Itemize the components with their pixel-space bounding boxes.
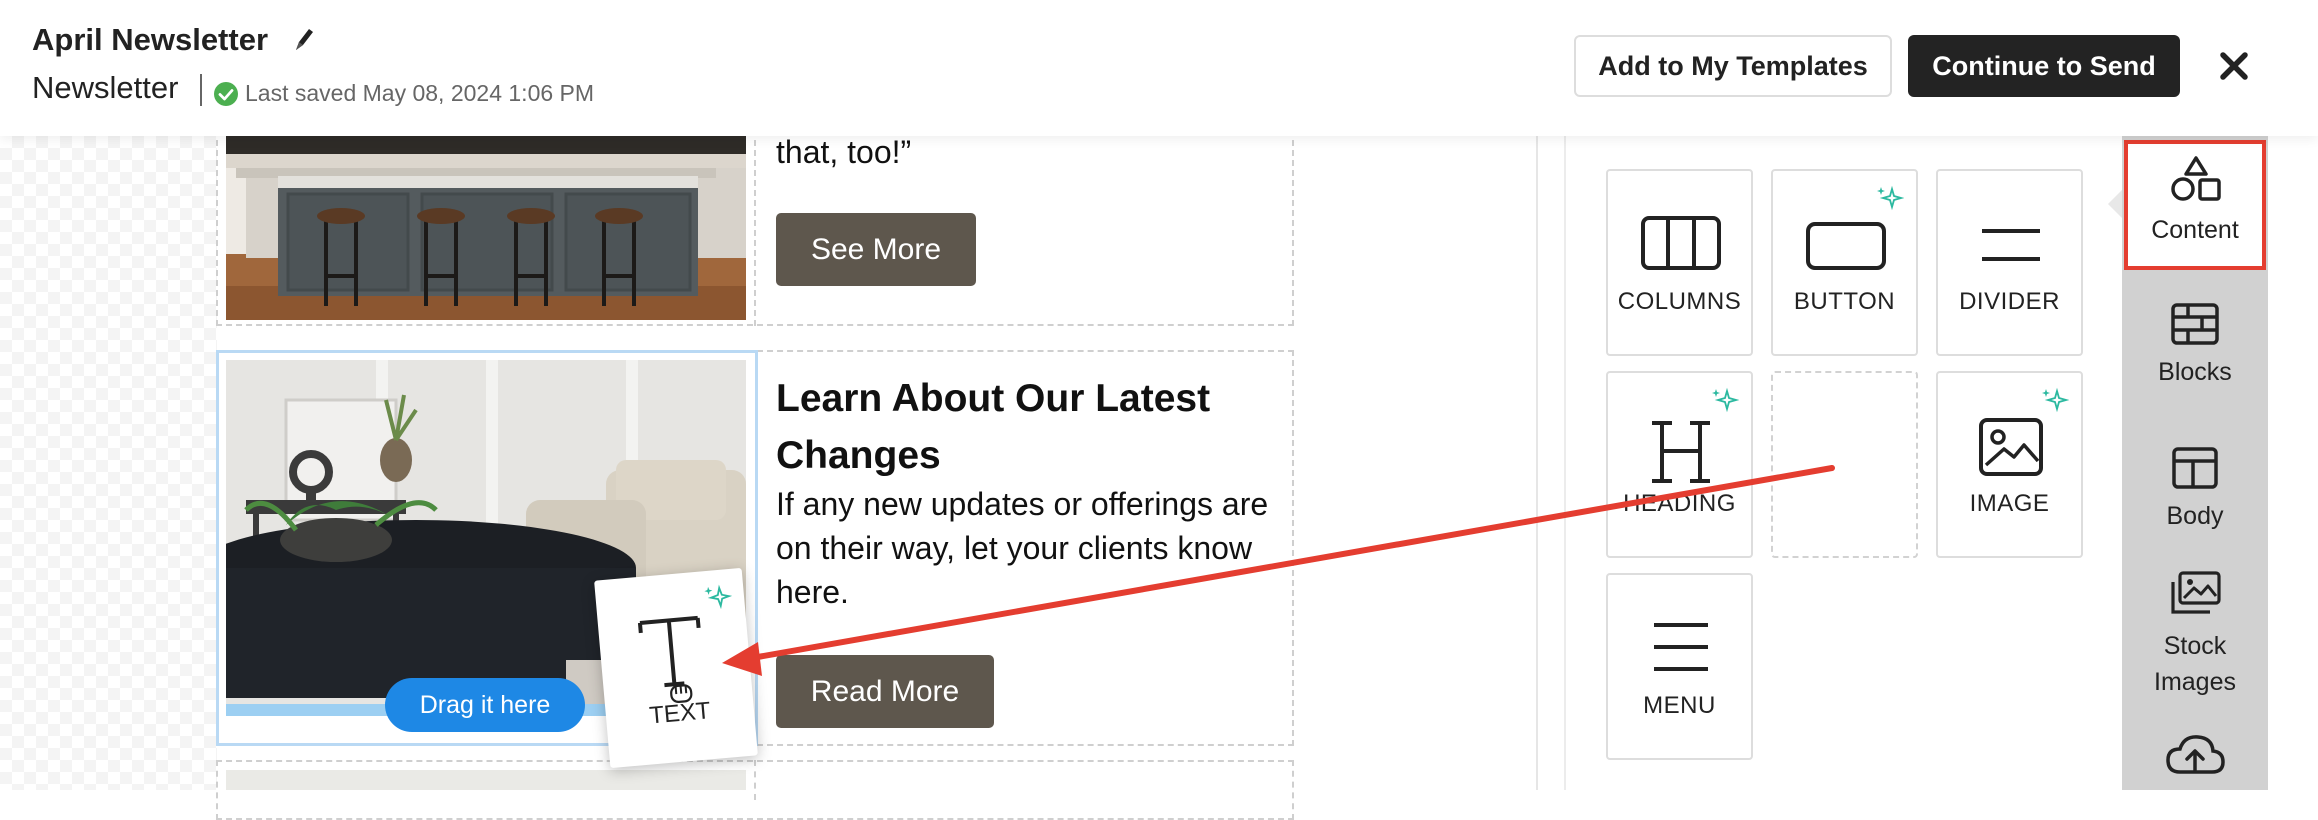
divider-icon	[1982, 229, 2040, 261]
button-label: BUTTON	[1793, 288, 1896, 315]
columns-label: COLUMNS	[1617, 288, 1742, 315]
divider-label: DIVIDER	[1959, 288, 2060, 315]
document-type: Newsletter	[32, 70, 179, 105]
button-icon	[1806, 222, 1886, 270]
image-label: IMAGE	[1969, 490, 2050, 517]
brick-icon	[2171, 303, 2219, 345]
block3-image[interactable]	[226, 770, 746, 790]
rail-item-stock-images[interactable]: Stock Images	[2122, 628, 2268, 700]
menu-tile[interactable]: MENU	[1606, 573, 1753, 760]
close-icon[interactable]	[2218, 50, 2250, 82]
shapes-icon	[2171, 156, 2221, 201]
empty-tile-slot	[1771, 371, 1918, 558]
last-saved-status: Last saved May 08, 2024 1:06 PM	[245, 80, 595, 106]
heading-icon	[1652, 421, 1710, 483]
ai-sparkle-icon	[704, 584, 733, 610]
page-title: April Newsletter	[32, 22, 269, 57]
block1-quote-text: that, too!”	[776, 134, 912, 170]
rail-item-blocks[interactable]: Blocks	[2122, 358, 2268, 387]
rail-label-content: Content	[2151, 216, 2239, 244]
ai-sparkle-icon	[1877, 185, 1904, 211]
button-tile[interactable]: BUTTON	[1771, 169, 1918, 356]
menu-label: MENU	[1643, 692, 1716, 719]
stock-images-icon	[2171, 571, 2221, 614]
ai-sparkle-icon	[1712, 387, 1739, 413]
image-icon	[1979, 418, 2043, 476]
columns-icon	[1641, 216, 1721, 270]
drag-it-here-hint[interactable]: Drag it here	[385, 678, 585, 732]
saved-check-icon	[214, 82, 238, 106]
kitchen-image[interactable]	[226, 136, 746, 320]
block2-body-text: If any new updates or offerings are on t…	[776, 486, 1269, 610]
grab-hand-icon	[670, 684, 693, 703]
see-more-button[interactable]: See More	[776, 213, 976, 286]
read-more-button[interactable]: Read More	[776, 655, 994, 728]
panel-pointer-caret	[2108, 190, 2122, 218]
heading-label: HEADING	[1623, 490, 1736, 517]
continue-to-send-button[interactable]: Continue to Send	[1908, 35, 2180, 97]
editor-header: April Newsletter Newsletter Last saved M…	[0, 0, 2318, 136]
layout-icon	[2172, 447, 2218, 489]
block2-heading: Learn About Our Latest Changes	[776, 377, 1211, 477]
panel-inner-divider	[1564, 136, 1566, 790]
canvas-background	[0, 136, 217, 790]
image-tile[interactable]: IMAGE	[1936, 371, 2083, 558]
dragged-text-tile[interactable]: TEXT	[594, 567, 758, 769]
header-separator	[200, 74, 202, 106]
menu-icon	[1654, 623, 1708, 671]
heading-tile[interactable]: HEADING	[1606, 371, 1753, 558]
ai-sparkle-icon	[2042, 387, 2069, 413]
cloud-upload-icon[interactable]	[2164, 732, 2226, 778]
columns-tile[interactable]: COLUMNS	[1606, 169, 1753, 356]
rail-item-body[interactable]: Body	[2122, 502, 2268, 531]
panel-divider	[1536, 136, 1538, 790]
add-to-templates-button[interactable]: Add to My Templates	[1574, 35, 1892, 97]
divider-tile[interactable]: DIVIDER	[1936, 169, 2083, 356]
edit-pencil-icon[interactable]	[290, 26, 316, 56]
